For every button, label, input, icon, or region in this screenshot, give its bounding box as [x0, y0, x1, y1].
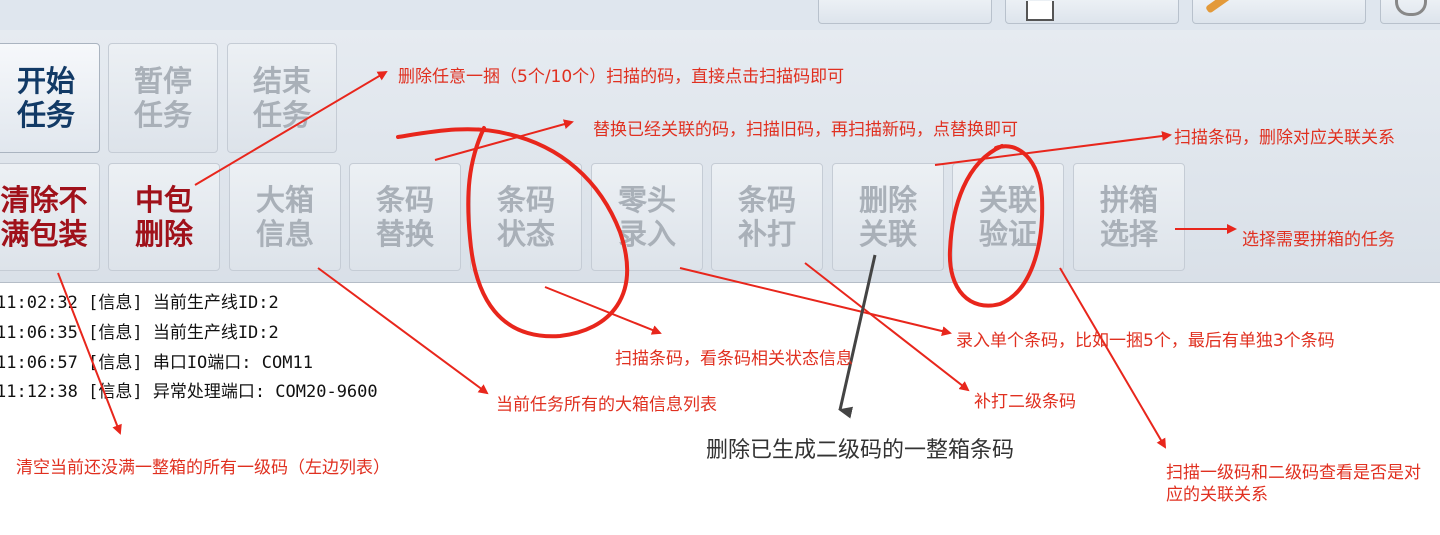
annotation-barcode-replace: 替换已经关联的码，扫描旧码，再扫描新码，点替换即可 [593, 120, 1018, 140]
annotation-delete-link: 扫描条码，删除对应关联关系 [1174, 128, 1395, 148]
annotation-clear-partial: 清空当前还没满一整箱的所有一级码（左边列表） [16, 458, 390, 478]
annotation-box-info: 当前任务所有的大箱信息列表 [496, 395, 717, 415]
arrow-odd-entry [679, 267, 952, 336]
annotation-delete-box: 删除已生成二级码的一整箱条码 [706, 438, 1015, 463]
arrow-reprint [804, 262, 970, 392]
annotation-barcode-status: 扫描条码，看条码相关状态信息 [615, 349, 853, 369]
arrow-barcode-status [544, 286, 662, 335]
arrow-verify-link [1059, 267, 1167, 449]
arrow-box-info [317, 267, 489, 395]
annotation-reprint: 补打二级条码 [974, 392, 1076, 412]
circle-verify-link [947, 144, 1045, 308]
annotation-mid-pack-delete: 删除任意一捆（5个/10个）扫描的码，直接点击扫描码即可 [398, 67, 845, 87]
arrow-delete-box [838, 254, 877, 419]
annotation-odd-entry: 录入单个条码，比如一捆5个，最后有单独3个条码 [956, 331, 1335, 351]
annotation-combine-select: 选择需要拼箱的任务 [1242, 230, 1395, 250]
arrow-clear-partial [57, 272, 122, 435]
annotation-verify-link: 扫描一级码和二级码查看是否是对应的关联关系 [1166, 463, 1421, 505]
arrow-mid-pack-delete [194, 70, 388, 186]
